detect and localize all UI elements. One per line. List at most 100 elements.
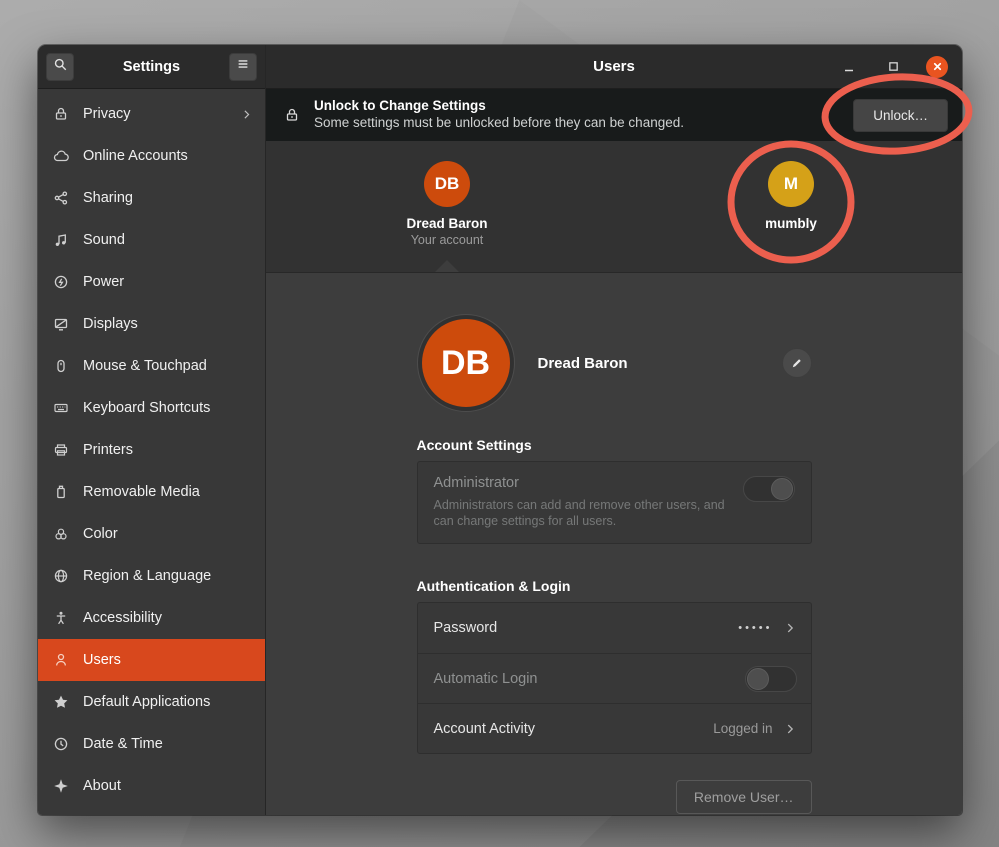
menu-button[interactable] (229, 53, 257, 81)
keyboard-icon (53, 400, 69, 416)
sidebar-item-region-language[interactable]: Region & Language (38, 555, 265, 597)
sidebar-item-date-time[interactable]: Date & Time (38, 723, 265, 765)
user-name: Dread Baron (406, 216, 487, 231)
power-icon (53, 274, 69, 290)
password-row[interactable]: Password ••••• (418, 603, 811, 653)
sidebar-item-label: Users (83, 652, 253, 668)
remove-user-button[interactable]: Remove User… (676, 780, 812, 814)
toggle-knob (747, 668, 769, 690)
pencil-icon (790, 356, 804, 370)
sidebar-item-sharing[interactable]: Sharing (38, 177, 265, 219)
remove-user-row: Remove User… (417, 780, 812, 814)
sidebar-item-label: Mouse & Touchpad (83, 358, 253, 374)
main-header: Users (266, 45, 962, 89)
administrator-toggle[interactable] (743, 476, 795, 502)
sidebar-item-power[interactable]: Power (38, 261, 265, 303)
toggle-knob (771, 478, 793, 500)
minimize-icon (843, 61, 855, 73)
minimize-button[interactable] (838, 56, 860, 78)
user-detail-panel: DB Dread Baron Account Settings Administ… (266, 273, 962, 815)
share-icon (53, 190, 69, 206)
sidebar-item-label: Keyboard Shortcuts (83, 400, 253, 416)
account-activity-value: Logged in (713, 721, 772, 736)
maximize-icon (888, 61, 899, 72)
sidebar-item-printers[interactable]: Printers (38, 429, 265, 471)
sidebar-title: Settings (74, 59, 229, 75)
clock-icon (53, 736, 69, 752)
sidebar-item-label: Removable Media (83, 484, 253, 500)
banner-text: Unlock to Change Settings Some settings … (314, 98, 684, 132)
main-panel: Users Unlock to Change Settings Some set… (266, 45, 962, 815)
sidebar-item-label: Color (83, 526, 253, 542)
profile-name: Dread Baron (538, 355, 782, 372)
sidebar-item-displays[interactable]: Displays (38, 303, 265, 345)
sidebar-item-color[interactable]: Color (38, 513, 265, 555)
edit-name-button[interactable] (782, 348, 812, 378)
close-button[interactable] (926, 56, 948, 78)
profile-row: DB Dread Baron (417, 319, 812, 407)
sidebar-item-online-accounts[interactable]: Online Accounts (38, 135, 265, 177)
sidebar-item-label: Date & Time (83, 736, 253, 752)
sidebar-item-accessibility[interactable]: Accessibility (38, 597, 265, 639)
avatar: M (768, 161, 814, 207)
maximize-button[interactable] (882, 56, 904, 78)
account-activity-label: Account Activity (434, 721, 714, 737)
user-subtitle: Your account (411, 233, 484, 247)
cloud-icon (53, 148, 69, 164)
chevron-right-icon (240, 108, 253, 121)
user-chip-mumbly[interactable]: M mumbly (731, 161, 851, 231)
sidebar-item-users[interactable]: Users (38, 639, 265, 681)
color-icon (53, 526, 69, 542)
user-name: mumbly (765, 216, 817, 231)
avatar[interactable]: DB (422, 319, 510, 407)
sidebar-item-mouse-touchpad[interactable]: Mouse & Touchpad (38, 345, 265, 387)
password-value: ••••• (738, 622, 772, 634)
removable-media-icon (53, 484, 69, 500)
search-icon (53, 57, 68, 77)
selected-user-pointer (435, 260, 459, 272)
sidebar-list: Privacy Online Accounts Sharing Sound Po… (38, 89, 265, 815)
sidebar-item-label: Online Accounts (83, 148, 253, 164)
lock-icon (284, 107, 300, 123)
sidebar-item-label: Privacy (83, 106, 240, 122)
sidebar-item-label: Printers (83, 442, 253, 458)
sparkle-icon (53, 778, 69, 794)
banner-title: Unlock to Change Settings (314, 98, 684, 115)
section-heading-account-settings: Account Settings (417, 437, 812, 453)
sidebar-item-label: Accessibility (83, 610, 253, 626)
mouse-icon (53, 358, 69, 374)
unlock-banner: Unlock to Change Settings Some settings … (266, 89, 962, 141)
sidebar-item-sound[interactable]: Sound (38, 219, 265, 261)
star-icon (53, 694, 69, 710)
display-icon (53, 316, 69, 332)
administrator-row: Administrator Administrators can add and… (417, 461, 812, 544)
page-title: Users (280, 58, 838, 75)
chevron-right-icon (783, 621, 797, 635)
account-activity-row[interactable]: Account Activity Logged in (418, 703, 811, 753)
unlock-button[interactable]: Unlock… (853, 99, 948, 132)
user-icon (53, 652, 69, 668)
music-note-icon (53, 232, 69, 248)
avatar: DB (424, 161, 470, 207)
automatic-login-label: Automatic Login (434, 671, 745, 687)
automatic-login-toggle[interactable] (745, 666, 797, 692)
sidebar-item-privacy[interactable]: Privacy (38, 93, 265, 135)
sidebar-item-label: Default Applications (83, 694, 253, 710)
sidebar-item-default-applications[interactable]: Default Applications (38, 681, 265, 723)
authentication-card: Password ••••• Automatic Login Account A… (417, 602, 812, 754)
user-chip-dread-baron[interactable]: DB Dread Baron Your account (387, 161, 507, 247)
search-button[interactable] (46, 53, 74, 81)
sidebar-item-label: About (83, 778, 253, 794)
sidebar-item-removable-media[interactable]: Removable Media (38, 471, 265, 513)
automatic-login-row: Automatic Login (418, 653, 811, 703)
sidebar-item-keyboard-shortcuts[interactable]: Keyboard Shortcuts (38, 387, 265, 429)
sidebar-item-label: Power (83, 274, 253, 290)
sidebar-item-label: Sharing (83, 190, 253, 206)
accessibility-icon (53, 610, 69, 626)
user-carousel: DB Dread Baron Your account M mumbly (266, 141, 962, 273)
sidebar-item-about[interactable]: About (38, 765, 265, 807)
sidebar: Settings Privacy Online Accounts Sharing (38, 45, 266, 815)
sidebar-item-label: Region & Language (83, 568, 253, 584)
hamburger-menu-icon (236, 57, 250, 76)
sidebar-header: Settings (38, 45, 265, 89)
